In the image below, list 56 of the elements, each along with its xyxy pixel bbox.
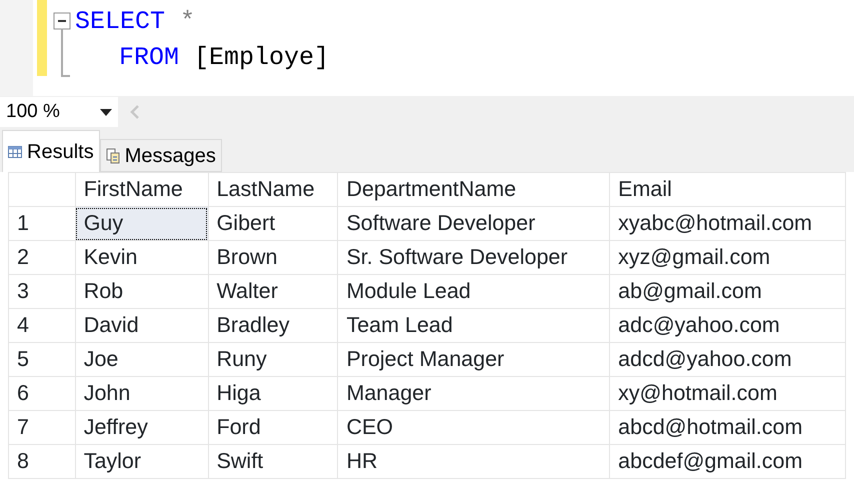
caret-icon (100, 108, 112, 116)
collapse-icon[interactable] (53, 12, 71, 78)
table-cell[interactable]: ab@gmail.com (610, 274, 846, 308)
column-header[interactable]: Email (610, 172, 846, 206)
table-cell[interactable]: Kevin (75, 240, 208, 274)
sql-operator: * (180, 7, 196, 36)
scroll-left-icon[interactable] (130, 104, 140, 120)
sql-keyword: SELECT (75, 7, 166, 36)
table-cell[interactable]: Runy (208, 342, 338, 376)
table-cell[interactable]: Manager (338, 376, 610, 410)
sql-identifier: [Employe] (194, 43, 330, 72)
table-cell[interactable]: xyz@gmail.com (610, 240, 846, 274)
column-header[interactable]: LastName (208, 172, 338, 206)
column-header[interactable]: FirstName (75, 172, 208, 206)
table-cell[interactable]: John (75, 376, 208, 410)
table-cell[interactable]: Taylor (75, 444, 208, 478)
tab[interactable]: Results (2, 130, 100, 172)
table-cell[interactable]: Software Developer (338, 206, 610, 240)
row-number[interactable]: 4 (8, 308, 76, 342)
table-cell[interactable]: Walter (208, 274, 338, 308)
row-number[interactable]: 8 (8, 444, 76, 478)
column-header[interactable]: DepartmentName (338, 172, 610, 206)
zoom-dropdown[interactable]: 100 % (0, 97, 118, 127)
table-cell[interactable]: Module Lead (338, 274, 610, 308)
row-number[interactable]: 6 (8, 376, 76, 410)
row-number[interactable]: 3 (8, 274, 76, 308)
table-cell[interactable]: CEO (338, 410, 610, 444)
table-cell[interactable]: Bradley (208, 308, 338, 342)
table-cell[interactable]: Rob (75, 274, 208, 308)
table-cell[interactable]: Swift (208, 444, 338, 478)
table-cell[interactable]: Guy (75, 206, 208, 240)
table-cell[interactable]: HR (338, 444, 610, 478)
row-number[interactable]: 5 (8, 342, 76, 376)
document-icon (106, 148, 120, 164)
table-cell[interactable]: abcdef@gmail.com (610, 444, 846, 478)
sql-keyword: FROM (119, 43, 180, 72)
table-cell[interactable]: David (75, 308, 208, 342)
table-cell[interactable]: Joe (75, 342, 208, 376)
table-cell[interactable]: Gibert (208, 206, 338, 240)
table-cell[interactable]: Brown (208, 240, 338, 274)
table-cell[interactable]: Ford (208, 410, 338, 444)
table-cell[interactable]: adc@yahoo.com (610, 308, 846, 342)
table-cell[interactable]: Sr. Software Developer (338, 240, 610, 274)
table-cell[interactable]: Team Lead (338, 308, 610, 342)
table-cell[interactable]: abcd@hotmail.com (610, 410, 846, 444)
table-cell[interactable]: xyabc@hotmail.com (610, 206, 846, 240)
table-cell[interactable]: Higa (208, 376, 338, 410)
grid-icon (8, 146, 22, 158)
row-number[interactable]: 2 (8, 240, 76, 274)
table-cell[interactable]: adcd@yahoo.com (610, 342, 846, 376)
table-cell[interactable]: Project Manager (338, 342, 610, 376)
table-cell[interactable]: Jeffrey (75, 410, 208, 444)
tab[interactable]: Messages (100, 139, 222, 172)
row-number[interactable]: 1 (8, 206, 76, 240)
table-cell[interactable]: xy@hotmail.com (610, 376, 846, 410)
row-number[interactable]: 7 (8, 410, 76, 444)
